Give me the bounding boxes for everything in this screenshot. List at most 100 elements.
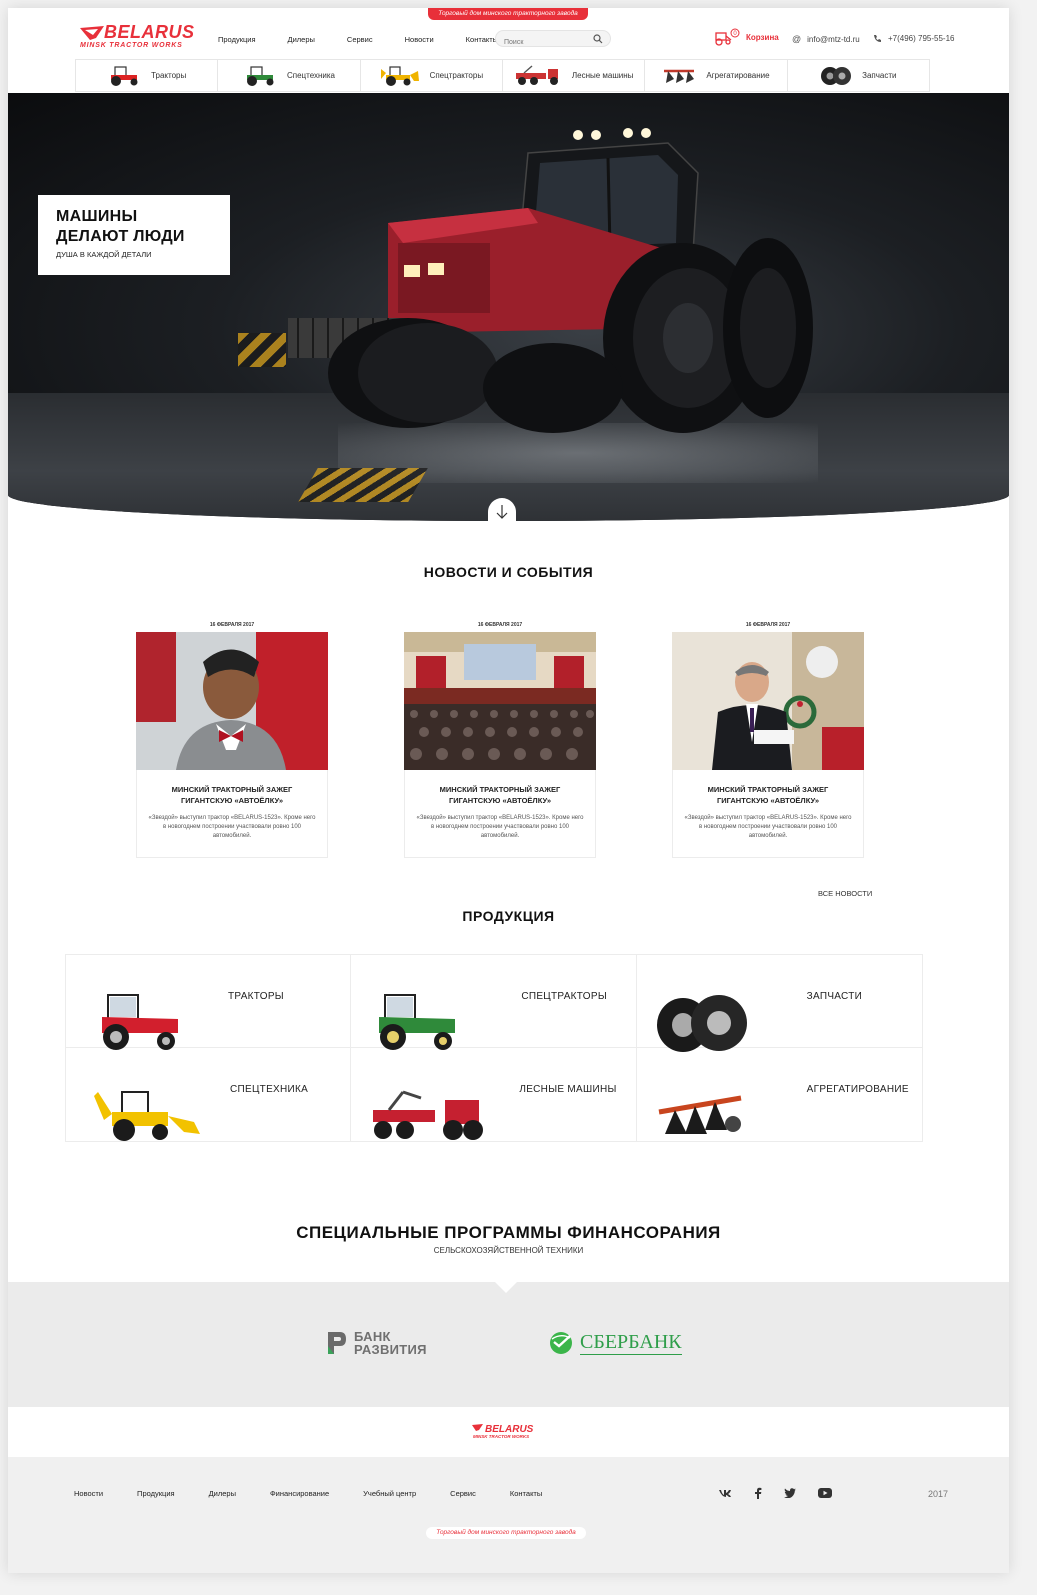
cat-special-tractors[interactable]: Спецтракторы bbox=[361, 60, 503, 91]
news-image bbox=[672, 632, 864, 770]
tires-image bbox=[656, 995, 747, 1052]
footer-logo-icon: BELARUS MINSK TRACTOR WORKS bbox=[472, 1424, 534, 1439]
footer-link-news[interactable]: Новости bbox=[74, 1489, 103, 1498]
cart-label: Корзина bbox=[746, 32, 779, 42]
cat-label: Спецтехника bbox=[286, 71, 335, 80]
footer-link-training[interactable]: Учебный центр bbox=[363, 1489, 416, 1498]
products-heading: ПРОДУКЦИЯ bbox=[462, 908, 555, 924]
cat-forest-machines[interactable]: Лесные машины bbox=[503, 60, 646, 91]
footer-link-dealers[interactable]: Дилеры bbox=[209, 1489, 236, 1498]
news-card-body: МИНСКИЙ ТРАКТОРНЫЙ ЗАЖЕГ ГИГАНТСКУЮ «АВТ… bbox=[136, 770, 328, 858]
green-tractor-image bbox=[379, 994, 456, 1050]
footer-logo[interactable]: BELARUS MINSK TRACTOR WORKS bbox=[471, 1422, 537, 1445]
news-card[interactable]: 16 ФЕВРАЛЯ 2017 МИНСКИЙ ТРАКТОРНЫЙ ЗАЖЕГ… bbox=[136, 618, 328, 858]
news-date: 16 ФЕВРАЛЯ 2017 bbox=[745, 622, 791, 628]
all-news-link[interactable]: ВСЕ НОВОСТИ bbox=[818, 889, 872, 898]
plough-icon bbox=[664, 69, 695, 83]
footer-link-financing[interactable]: Финансирование bbox=[270, 1489, 329, 1498]
hero-subtitle: ДУША В КАЖДОЙ ДЕТАЛИ bbox=[56, 250, 152, 259]
footer-link-service[interactable]: Сервис bbox=[450, 1489, 476, 1498]
nav-products[interactable]: Продукция bbox=[218, 35, 256, 44]
red-tractor-image bbox=[102, 994, 178, 1050]
logo-swoosh-icon bbox=[80, 26, 104, 40]
copyright-year: 2017 bbox=[928, 1489, 949, 1499]
logo-main: BELARUS bbox=[104, 22, 195, 42]
product-implements[interactable]: АГРЕГАТИРОВАНИЕ bbox=[637, 1048, 922, 1141]
phone-contact[interactable]: +7(496) 795-55-16 bbox=[873, 34, 955, 43]
backhoe-icon bbox=[380, 65, 419, 86]
vk-icon[interactable] bbox=[718, 1488, 732, 1498]
cat-tractors[interactable]: Тракторы bbox=[76, 60, 219, 91]
news-card-body: МИНСКИЙ ТРАКТОРНЫЙ ЗАЖЕГ ГИГАНТСКУЮ «АВТ… bbox=[672, 770, 864, 858]
news-date: 16 ФЕВРАЛЯ 2017 bbox=[209, 622, 255, 628]
news-text: «Звездой» выступил трактор «BELARUS-1523… bbox=[416, 815, 584, 839]
footer: Новости Продукция Дилеры Финансирование … bbox=[8, 1457, 1009, 1573]
news-title: МИНСКИЙ ТРАКТОРНЫЙ ЗАЖЕГ ГИГАНТСКУЮ «АВТ… bbox=[171, 785, 293, 805]
bank-razvitiya-logo[interactable]: БАНК РАЗВИТИЯ bbox=[326, 1330, 427, 1356]
search-input[interactable] bbox=[496, 35, 586, 50]
product-forest-machines[interactable]: ЛЕСНЫЕ МАШИНЫ bbox=[351, 1048, 637, 1141]
cat-label: Агрегатирование bbox=[706, 71, 770, 80]
product-tractors[interactable]: ТРАКТОРЫ bbox=[66, 955, 352, 1050]
news-card[interactable]: 16 ФЕВРАЛЯ 2017 МИНСКИЙ ТРАКТОРНЫЙ ЗАЖЕГ… bbox=[404, 618, 596, 858]
footer-link-contacts[interactable]: Контакты bbox=[510, 1489, 542, 1498]
backhoe-loader-image bbox=[94, 1091, 200, 1141]
cat-implements[interactable]: Агрегатирование bbox=[645, 60, 788, 91]
cat-special-equipment[interactable]: Спецтехника bbox=[218, 60, 361, 91]
forwarder-image bbox=[373, 1090, 484, 1140]
hero-banner: МАШИНЫ ДЕЛАЮТ ЛЮДИ ДУША В КАЖДОЙ ДЕТАЛИ bbox=[8, 93, 1009, 521]
news-date: 16 ФЕВРАЛЯ 2017 bbox=[477, 622, 523, 628]
product-special-equipment[interactable]: СПЕЦТЕХНИКА bbox=[66, 1048, 352, 1141]
belarus-logo[interactable]: BELARUS MINSK TRACTOR WORKS bbox=[78, 22, 198, 52]
product-special-tractors[interactable]: СПЕЦТРАКТОРЫ bbox=[351, 955, 637, 1050]
phone-text: +7(496) 795-55-16 bbox=[888, 34, 955, 43]
email-text: info@mtz-td.ru bbox=[807, 34, 860, 44]
svg-text:MINSK TRACTOR WORKS: MINSK TRACTOR WORKS bbox=[473, 1434, 529, 1439]
news-card[interactable]: 16 ФЕВРАЛЯ 2017 МИНСКИЙ ТРАКТОРНЫЙ ЗАЖЕГ… bbox=[672, 618, 864, 858]
news-title: МИНСКИЙ ТРАКТОРНЫЙ ЗАЖЕГ ГИГАНТСКУЮ «АВТ… bbox=[439, 785, 561, 805]
bank1-name: БАНК РАЗВИТИЯ bbox=[354, 1329, 427, 1357]
youtube-icon[interactable] bbox=[818, 1488, 832, 1498]
cart-link[interactable]: 0 Корзина bbox=[714, 28, 779, 46]
news-heading: НОВОСТИ И СОБЫТИЯ bbox=[423, 564, 594, 580]
plough-image bbox=[658, 1095, 742, 1134]
product-label: СПЕЦТЕХНИКА bbox=[230, 1084, 309, 1095]
footer-ribbon: Торговый дом минского тракторного завода bbox=[426, 1527, 586, 1539]
hero-title: МАШИНЫ ДЕЛАЮТ ЛЮДИ bbox=[56, 208, 185, 245]
footer-link-products[interactable]: Продукция bbox=[137, 1489, 175, 1498]
nav-news[interactable]: Новости bbox=[405, 35, 434, 44]
nav-contacts[interactable]: Контакты bbox=[466, 35, 498, 44]
cat-label: Спецтракторы bbox=[429, 71, 484, 80]
tractor-green-icon bbox=[246, 65, 274, 86]
search-icon[interactable] bbox=[593, 34, 603, 44]
news-list: 16 ФЕВРАЛЯ 2017 МИНСКИЙ ТРАКТОРНЫЙ ЗАЖЕГ… bbox=[136, 618, 864, 858]
facebook-icon[interactable] bbox=[754, 1487, 762, 1499]
product-spare-parts[interactable]: ЗАПЧАСТИ bbox=[636, 955, 922, 1052]
tires-icon bbox=[821, 66, 852, 85]
news-title: МИНСКИЙ ТРАКТОРНЫЙ ЗАЖЕГ ГИГАНТСКУЮ «АВТ… bbox=[707, 785, 829, 805]
social-links bbox=[718, 1487, 832, 1499]
scroll-down-button[interactable] bbox=[488, 498, 516, 526]
products-grid: ТРАКТОРЫ СПЕЦТРАКТОРЫ ЗАПЧАСТИ СПЕЦТЕХНИ… bbox=[65, 954, 923, 1142]
hero-tagline: МАШИНЫ ДЕЛАЮТ ЛЮДИ ДУША В КАЖДОЙ ДЕТАЛИ bbox=[38, 195, 230, 275]
page: Торговый дом минского тракторного завода… bbox=[8, 8, 1009, 1573]
hero-tractor-image bbox=[288, 128, 813, 433]
section-notch bbox=[495, 1282, 517, 1293]
product-label: АГРЕГАТИРОВАНИЕ bbox=[806, 1084, 909, 1095]
cart-tractor-icon: 0 bbox=[715, 28, 740, 46]
nav-service[interactable]: Сервис bbox=[347, 35, 373, 44]
twitter-icon[interactable] bbox=[784, 1488, 796, 1498]
top-nav: Продукция Дилеры Сервис Новости Контакты bbox=[218, 35, 530, 44]
at-icon: @ bbox=[792, 34, 802, 44]
cat-label: Лесные машины bbox=[571, 71, 634, 80]
nav-dealers[interactable]: Дилеры bbox=[288, 35, 315, 44]
email-contact[interactable]: @ info@mtz-td.ru bbox=[792, 34, 860, 44]
phone-icon bbox=[874, 35, 881, 42]
news-image bbox=[404, 632, 596, 770]
cat-spare-parts[interactable]: Запчасти bbox=[788, 60, 929, 91]
bank2-name: СБЕРБАНК bbox=[580, 1331, 682, 1355]
hazard-stripe bbox=[298, 468, 428, 502]
news-text: «Звездой» выступил трактор «BELARUS-1523… bbox=[684, 815, 852, 839]
arrow-down-icon bbox=[496, 505, 508, 519]
sberbank-logo[interactable]: СБЕРБАНК bbox=[548, 1330, 682, 1356]
